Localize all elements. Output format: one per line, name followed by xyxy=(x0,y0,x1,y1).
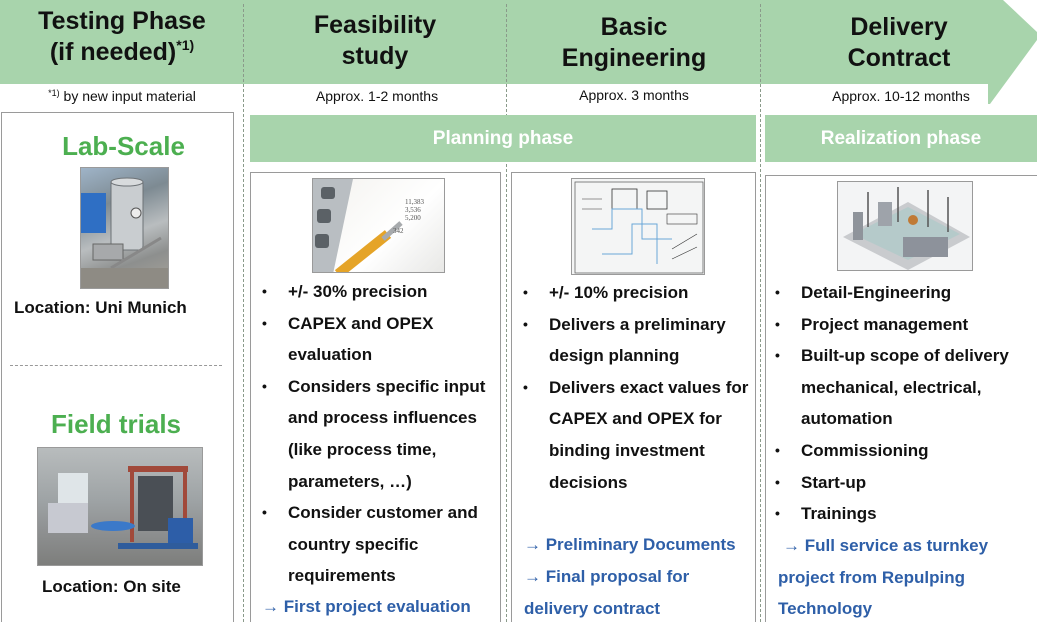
realization-phase-bar: Realization phase xyxy=(765,115,1037,162)
lab-scale-location: Location: Uni Munich xyxy=(14,298,187,317)
phase-title-line: Contract xyxy=(847,44,951,72)
column-divider xyxy=(243,4,244,622)
list-item: • Start-up xyxy=(765,467,1037,499)
bullet-icon: • xyxy=(775,473,780,490)
phase-title-testing: Testing Phase (if needed)*1) xyxy=(0,6,244,68)
bullet-icon: • xyxy=(523,378,528,395)
phase-title-line: study xyxy=(341,42,409,70)
planning-phase-bar: Planning phase xyxy=(250,115,756,162)
svg-text:11,383: 11,383 xyxy=(405,198,424,206)
basic-engineering-bullet-list: • +/- 10% precision • Delivers a prelimina… xyxy=(513,277,756,498)
calculator-and-pen-photo: 11,383 3,536 5,200 342 xyxy=(312,178,445,273)
field-trial-plant-photo xyxy=(37,447,203,566)
list-item: • Project management xyxy=(765,309,1037,341)
duration-delivery: Approx. 10-12 months xyxy=(832,88,970,104)
bullet-icon: • xyxy=(775,441,780,458)
list-item: • Considers specific input and process in… xyxy=(252,371,502,497)
delivery-bullet-list: • Detail-Engineering • Project management … xyxy=(765,277,1037,530)
engineering-schematic-drawing xyxy=(571,178,705,275)
phase-title-delivery-contract: Delivery Contract xyxy=(762,12,1036,74)
field-trials-heading: Field trials xyxy=(50,409,182,439)
phase-title-line: Basic xyxy=(600,13,668,41)
column-divider xyxy=(506,4,507,622)
list-item: • +/- 30% precision xyxy=(252,276,502,308)
bullet-text: Delivers a preliminary design planning xyxy=(549,314,726,366)
list-item: • Consider customer and country specific … xyxy=(252,497,502,592)
svg-text:5,200: 5,200 xyxy=(405,214,421,222)
duration-feasibility: Approx. 1-2 months xyxy=(315,88,439,104)
3d-plant-layout-render xyxy=(837,181,973,271)
bullet-icon: • xyxy=(775,284,780,300)
list-item: • Detail-Engineering xyxy=(765,277,1037,309)
calculator-pen-illustration: 11,383 3,536 5,200 342 xyxy=(313,179,424,272)
testing-section-divider xyxy=(10,365,222,366)
bullet-icon: • xyxy=(262,377,267,394)
bullet-text: +/- 10% precision xyxy=(549,283,689,302)
list-item: • CAPEX and OPEX evaluation xyxy=(252,308,502,371)
bullet-text: Commissioning xyxy=(801,440,929,460)
bullet-text: Trainings xyxy=(801,504,877,524)
footnote-mark: *1) xyxy=(176,37,195,53)
bullet-text: Start-up xyxy=(801,472,867,492)
bullet-text: Consider customer and country specific r… xyxy=(288,503,478,586)
phase-title-basic-engineering: Basic Engineering xyxy=(506,12,762,74)
bullet-icon: • xyxy=(262,283,267,299)
duration-basic-engineering: Approx. 3 months xyxy=(579,87,689,103)
bullet-text: Considers specific input and process inf… xyxy=(288,376,486,491)
bullet-text: Detail-Engineering xyxy=(801,283,952,302)
lab-machine-illustration xyxy=(81,177,168,288)
svg-text:3,536: 3,536 xyxy=(405,206,421,214)
schematic-illustration xyxy=(574,181,704,274)
bullet-icon: • xyxy=(262,314,267,331)
list-item: • Delivers exact values for CAPEX and OPE… xyxy=(513,372,756,498)
basic-engineering-result-2: → Final proposal for delivery contract xyxy=(524,567,690,618)
bullet-icon: • xyxy=(775,347,780,364)
bullet-text: Delivers exact values for CAPEX and OPEX… xyxy=(549,377,749,492)
phase-title-line: Delivery xyxy=(850,13,948,41)
feasibility-result: → First project evaluation xyxy=(262,597,471,616)
lab-scale-heading: Lab-Scale xyxy=(62,131,185,161)
phase-title-line: Testing Phase xyxy=(38,7,206,35)
column-divider xyxy=(760,4,761,622)
bullet-text: CAPEX and OPEX evaluation xyxy=(288,313,434,365)
basic-engineering-result-1: → Preliminary Documents xyxy=(524,535,736,554)
delivery-result: → Full service as turnkey project from R… xyxy=(778,536,989,619)
list-item: • +/- 10% precision xyxy=(513,277,756,309)
footnote-text: *1) by new input material xyxy=(0,88,244,104)
bullet-icon: • xyxy=(523,284,528,300)
lab-scale-machine-photo xyxy=(80,167,169,289)
phase-title-line: Engineering xyxy=(561,44,707,72)
footnote-mark: *1) xyxy=(48,88,60,98)
field-trials-location: Location: On site xyxy=(42,577,181,596)
phase-title-line: (if needed) xyxy=(49,38,177,66)
phase-title-feasibility: Feasibility study xyxy=(244,10,506,72)
field-plant-illustration xyxy=(48,466,198,549)
feasibility-bullet-list: • +/- 30% precision • CAPEX and OPEX evalu… xyxy=(252,276,502,592)
plant-render-illustration xyxy=(843,187,970,270)
phase-title-line: Feasibility xyxy=(313,11,437,39)
bullet-icon: • xyxy=(262,504,267,521)
bullet-icon: • xyxy=(775,315,780,332)
bullet-text: +/- 30% precision xyxy=(288,282,428,301)
list-item: • Delivers a preliminary design planning xyxy=(513,309,756,372)
list-item: • Trainings xyxy=(765,498,1037,530)
bullet-text: Built-up scope of delivery mechanical, e… xyxy=(801,346,1009,429)
footnote-label: by new input material xyxy=(59,88,196,104)
bullet-icon: • xyxy=(523,315,528,332)
list-item: • Commissioning xyxy=(765,435,1037,467)
svg-text:342: 342 xyxy=(393,227,404,235)
bullet-icon: • xyxy=(775,505,780,522)
list-item: • Built-up scope of delivery mechanical, … xyxy=(765,340,1037,435)
bullet-text: Project management xyxy=(801,314,969,334)
